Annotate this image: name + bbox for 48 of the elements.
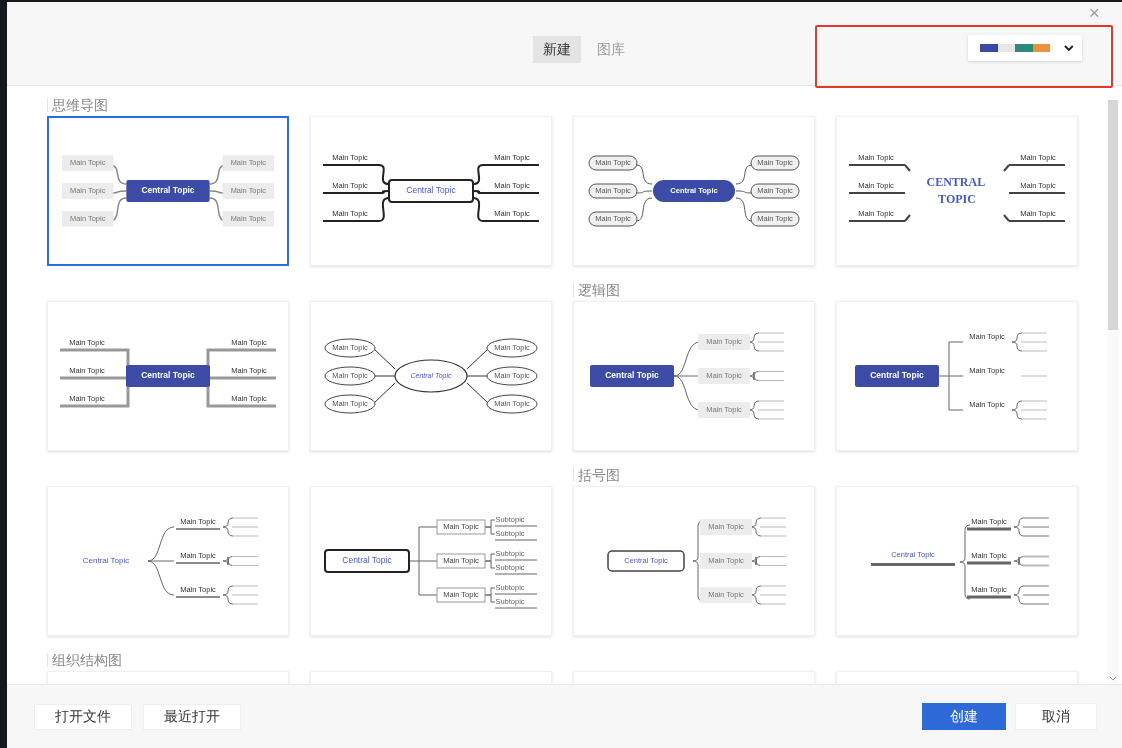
central-topic-label: Central Topic bbox=[82, 556, 130, 566]
footer-button[interactable]: 打开文件 bbox=[34, 703, 132, 730]
topic-box bbox=[486, 366, 538, 386]
topic-box bbox=[436, 553, 486, 569]
section-label: 组织结构图 bbox=[47, 653, 122, 667]
topic-box bbox=[700, 519, 752, 535]
topic-box bbox=[750, 155, 800, 171]
section-label: 逻辑图 bbox=[573, 283, 620, 297]
central-topic-label: Central Topic bbox=[870, 370, 924, 381]
topic-box bbox=[222, 155, 275, 172]
topic-box bbox=[324, 366, 376, 386]
topic-box bbox=[700, 553, 752, 569]
create-button[interactable]: 创建 bbox=[922, 703, 1006, 730]
topic-box bbox=[222, 183, 275, 199]
central-topic-label: Central Topic bbox=[605, 370, 659, 381]
topic-box bbox=[436, 519, 486, 535]
topic-box bbox=[698, 402, 750, 418]
topic-box bbox=[61, 210, 114, 227]
scrollbar-thumb[interactable] bbox=[1108, 100, 1118, 330]
section-label: 括号图 bbox=[573, 468, 620, 482]
section-label: 思维导图 bbox=[47, 98, 108, 112]
topic-box bbox=[486, 338, 538, 358]
central-topic-label: Central Topic bbox=[342, 555, 392, 566]
scroll-down-icon[interactable] bbox=[1109, 676, 1117, 682]
topic-box bbox=[750, 183, 800, 199]
topic-box bbox=[698, 368, 750, 384]
topic-box bbox=[588, 211, 638, 227]
topic-box bbox=[61, 155, 114, 172]
topic-box bbox=[700, 587, 752, 603]
central-topic-label: Central Topic bbox=[141, 370, 195, 381]
central-topic-label: Central Topic bbox=[141, 185, 195, 196]
topic-box bbox=[61, 183, 114, 199]
central-topic-label: Central Topic bbox=[406, 185, 456, 196]
topic-box bbox=[588, 155, 638, 171]
tab[interactable]: 新建 bbox=[532, 36, 581, 63]
topic-box bbox=[436, 587, 486, 603]
topic-box bbox=[222, 210, 275, 227]
topic-box bbox=[750, 211, 800, 227]
topic-box bbox=[324, 394, 376, 414]
footer-button[interactable]: 最近打开 bbox=[143, 703, 241, 730]
topic-box bbox=[698, 334, 750, 350]
topic-box bbox=[324, 338, 376, 358]
topic-box bbox=[588, 183, 638, 199]
topic-box bbox=[486, 394, 538, 414]
cancel-button[interactable]: 取消 bbox=[1015, 703, 1097, 730]
central-topic-label: CENTRAL TOPIC bbox=[926, 174, 985, 206]
theme-dropdown[interactable] bbox=[968, 35, 1082, 61]
chevron-down-icon bbox=[1064, 44, 1074, 52]
